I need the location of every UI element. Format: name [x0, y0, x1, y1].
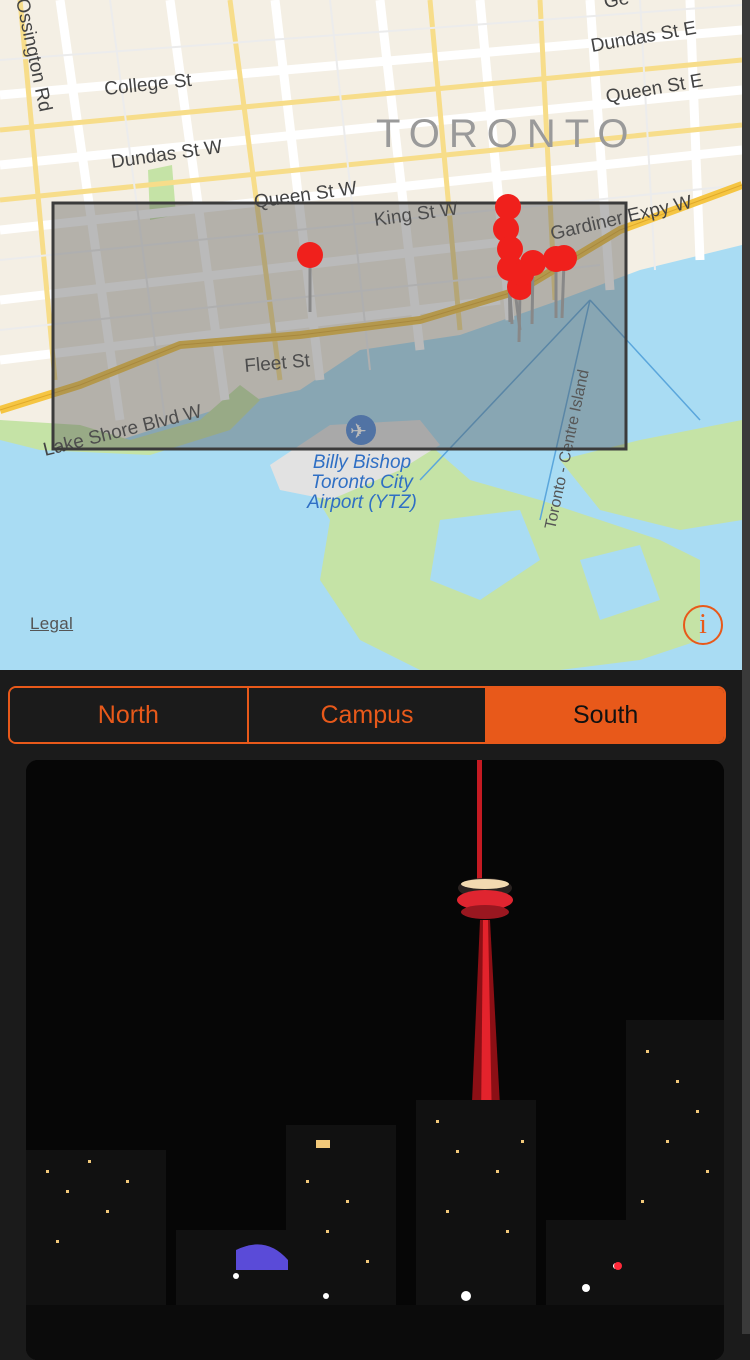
location-photo[interactable] [26, 760, 724, 1360]
edge-strip [742, 0, 750, 1334]
info-icon[interactable]: i [683, 605, 723, 645]
region-segmented-control: North Campus South [8, 686, 726, 744]
airport-label: Billy Bishop [313, 452, 411, 473]
pin-icon [510, 262, 534, 286]
segment-north[interactable]: North [10, 688, 247, 742]
segment-campus[interactable]: Campus [246, 688, 486, 742]
street-label: Ge [602, 0, 631, 13]
photo-image [26, 760, 724, 1360]
segment-south[interactable]: South [485, 688, 724, 742]
map-view[interactable]: Ossington Rd College St Dundas St W Quee… [0, 0, 742, 670]
region-overlay [51, 201, 628, 451]
legal-link[interactable]: Legal [30, 614, 73, 634]
airport-label: Airport (YTZ) [306, 492, 417, 513]
city-label: TORONTO [376, 112, 638, 156]
airport-label: Toronto City [311, 472, 414, 493]
map-canvas: Ossington Rd College St Dundas St W Quee… [0, 0, 742, 670]
